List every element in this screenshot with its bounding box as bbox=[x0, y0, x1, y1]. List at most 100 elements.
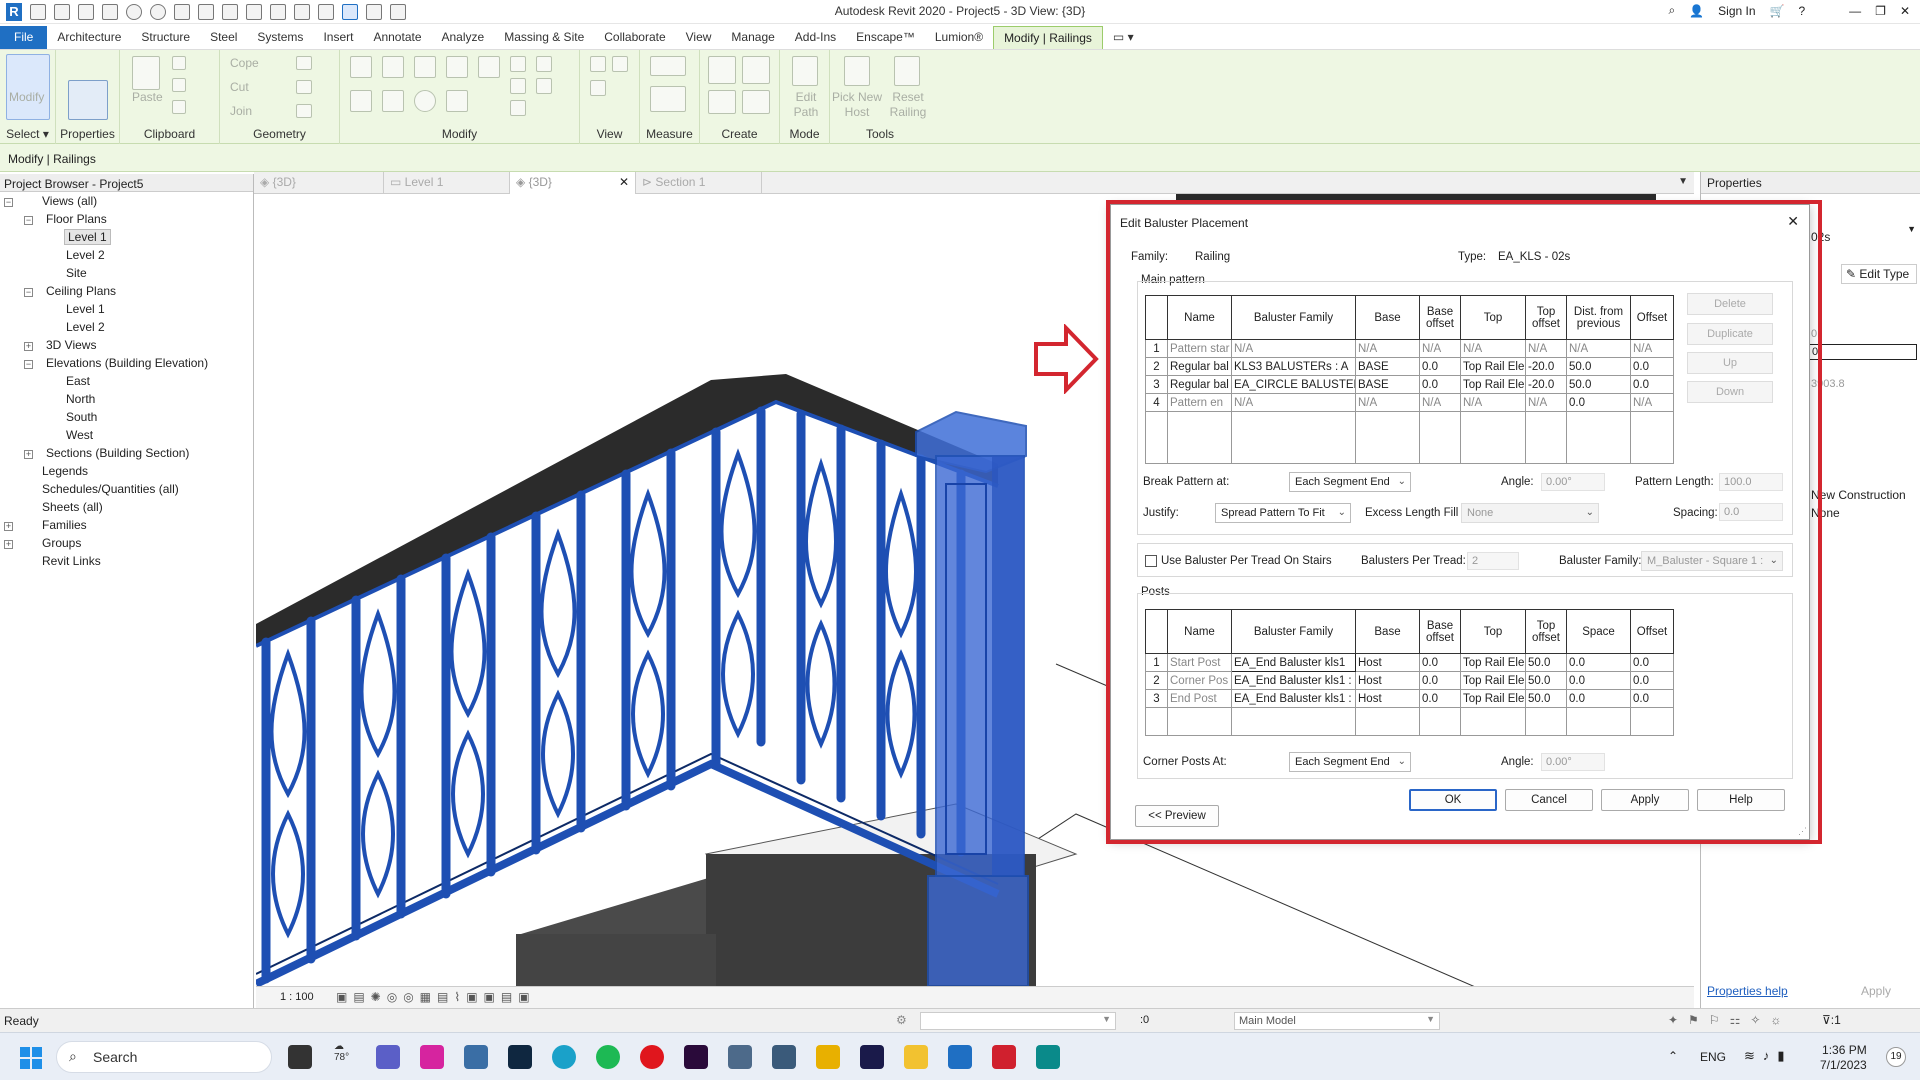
design-option-dropdown[interactable]: Main Model ▼ bbox=[1234, 1012, 1440, 1030]
type-selector-arrow[interactable]: ▼ bbox=[1907, 224, 1916, 234]
cell[interactable]: -20.0 bbox=[1525, 375, 1567, 394]
cell[interactable]: Pattern star bbox=[1167, 339, 1232, 358]
cell[interactable]: N/A bbox=[1460, 393, 1526, 412]
edit-type-button[interactable]: ✎ Edit Type bbox=[1841, 264, 1917, 284]
type-properties-button[interactable] bbox=[68, 80, 108, 120]
cell[interactable]: 0.0 bbox=[1566, 653, 1631, 672]
per-tread-label[interactable]: Use Baluster Per Tread On Stairs bbox=[1161, 555, 1332, 567]
tab-3d-view-active[interactable]: ◈ {3D} ✕ bbox=[510, 172, 636, 194]
cell[interactable]: Start Post bbox=[1167, 653, 1232, 672]
cell[interactable]: Regular bal bbox=[1167, 375, 1232, 394]
tab-add-ins[interactable]: Add-Ins bbox=[785, 26, 846, 49]
cell[interactable]: 50.0 bbox=[1525, 689, 1567, 708]
properties-apply-button[interactable]: Apply bbox=[1861, 984, 1891, 998]
cell[interactable]: BASE bbox=[1355, 375, 1420, 394]
tree-item-floor-plans[interactable]: Floor Plans bbox=[46, 212, 107, 226]
workset-dropdown[interactable]: ▼ bbox=[920, 1012, 1116, 1030]
cell[interactable]: EA_End Baluster kls1 bbox=[1231, 653, 1356, 672]
cell[interactable]: N/A bbox=[1355, 339, 1420, 358]
cell[interactable]: Host bbox=[1355, 653, 1420, 672]
mirror-axis-icon[interactable] bbox=[414, 56, 436, 78]
delete-icon[interactable] bbox=[510, 100, 526, 116]
close-button[interactable]: ✕ bbox=[1900, 4, 1910, 18]
hide-icon[interactable] bbox=[612, 56, 628, 72]
duplicate-button[interactable]: Duplicate bbox=[1687, 323, 1773, 345]
windows-start-icon[interactable] bbox=[20, 1047, 42, 1069]
cell[interactable]: EA_CIRCLE BALUSTER : bbox=[1231, 375, 1356, 394]
cell[interactable]: Host bbox=[1355, 689, 1420, 708]
tree-item-3d-views[interactable]: 3D Views bbox=[46, 338, 96, 352]
table-row[interactable]: 2 Corner Pos EA_End Baluster kls1 : Host… bbox=[1145, 671, 1674, 690]
cell[interactable]: N/A bbox=[1630, 393, 1674, 412]
cell[interactable]: Corner Pos bbox=[1167, 671, 1232, 690]
justify-dropdown[interactable]: Spread Pattern To Fit ⌄ bbox=[1215, 503, 1351, 523]
spotify-icon[interactable] bbox=[596, 1045, 620, 1069]
cell[interactable]: 0.0 bbox=[1566, 671, 1631, 690]
tree-item-level-2[interactable]: Level 2 bbox=[66, 248, 105, 262]
scale-icon[interactable] bbox=[510, 78, 526, 94]
tree-item-schedules[interactable]: Schedules/Quantities (all) bbox=[42, 482, 179, 496]
tab-lumion[interactable]: Lumion® bbox=[925, 26, 993, 49]
tree-item-families[interactable]: Families bbox=[42, 518, 87, 532]
table-row[interactable]: 3 End Post EA_End Baluster kls1 : Host 0… bbox=[1145, 689, 1674, 708]
spacing-input[interactable]: 0.0 bbox=[1719, 503, 1783, 521]
restore-button[interactable]: ❐ bbox=[1875, 4, 1886, 18]
opera-icon[interactable] bbox=[640, 1045, 664, 1069]
tab-collaborate[interactable]: Collaborate bbox=[594, 26, 675, 49]
cell[interactable]: N/A bbox=[1231, 339, 1356, 358]
corner-posts-dropdown[interactable]: Each Segment End ⌄ bbox=[1289, 752, 1411, 772]
tab-massing-site[interactable]: Massing & Site bbox=[494, 26, 594, 49]
delete-button[interactable]: Delete bbox=[1687, 293, 1773, 315]
create-group-icon[interactable] bbox=[742, 56, 770, 84]
tree-item-west[interactable]: West bbox=[66, 428, 93, 442]
cell[interactable]: Pattern en bbox=[1167, 393, 1232, 412]
cell[interactable]: N/A bbox=[1630, 339, 1674, 358]
tab-3d-view-1[interactable]: ◈ {3D} bbox=[254, 172, 384, 194]
cell[interactable]: Top Rail Ele bbox=[1460, 671, 1526, 690]
wall-joins-icon[interactable] bbox=[296, 56, 312, 70]
phase-demolished-value[interactable]: None bbox=[1811, 506, 1840, 520]
copy-element-icon[interactable] bbox=[382, 90, 404, 112]
help-button[interactable]: Help bbox=[1697, 789, 1785, 811]
close-tab-icon[interactable]: ✕ bbox=[619, 175, 629, 189]
expand-toggle[interactable]: + bbox=[4, 522, 13, 531]
tab-structure[interactable]: Structure bbox=[131, 26, 200, 49]
language-indicator[interactable]: ENG bbox=[1700, 1050, 1726, 1064]
unpin-icon[interactable] bbox=[536, 78, 552, 94]
pick-new-host-icon[interactable] bbox=[844, 56, 870, 86]
help-icon[interactable]: ? bbox=[1798, 4, 1805, 18]
tree-item-sections[interactable]: Sections (Building Section) bbox=[46, 446, 189, 460]
workset-icon[interactable]: ⚙ bbox=[896, 1013, 907, 1027]
offset-icon[interactable] bbox=[382, 56, 404, 78]
notification-badge[interactable]: 19 bbox=[1886, 1047, 1906, 1067]
tree-item-elevations[interactable]: Elevations (Building Elevation) bbox=[46, 356, 208, 370]
join-button[interactable]: Join bbox=[230, 104, 252, 118]
resize-grip-icon[interactable]: ⋰ bbox=[1798, 826, 1807, 837]
expand-toggle[interactable]: − bbox=[4, 198, 13, 207]
dialog-close-button[interactable]: ✕ bbox=[1787, 213, 1799, 230]
table-row[interactable]: 1 Pattern star N/A N/A N/A N/A N/A N/A N… bbox=[1145, 339, 1674, 358]
cell[interactable]: N/A bbox=[1231, 393, 1356, 412]
cell[interactable]: BASE bbox=[1355, 357, 1420, 376]
aligned-dimension-icon[interactable] bbox=[650, 86, 686, 112]
cell[interactable]: N/A bbox=[1355, 393, 1420, 412]
ok-button[interactable]: OK bbox=[1409, 789, 1497, 811]
cell[interactable]: 0.0 bbox=[1419, 653, 1461, 672]
cell[interactable]: 0.0 bbox=[1419, 375, 1461, 394]
table-row[interactable]: 1 Start Post EA_End Baluster kls1 Host 0… bbox=[1145, 653, 1674, 672]
angle-input[interactable]: 0.00° bbox=[1541, 473, 1605, 491]
measure-tool-icon[interactable] bbox=[650, 56, 686, 76]
cell[interactable]: EA_End Baluster kls1 : bbox=[1231, 689, 1356, 708]
excess-length-fill-dropdown[interactable]: None ⌄ bbox=[1461, 503, 1599, 523]
cell[interactable]: N/A bbox=[1419, 339, 1461, 358]
chart-app-icon[interactable] bbox=[464, 1045, 488, 1069]
cell[interactable]: EA_End Baluster kls1 : bbox=[1231, 671, 1356, 690]
cell[interactable]: 0.0 bbox=[1630, 689, 1674, 708]
cell[interactable]: 0.0 bbox=[1566, 393, 1631, 412]
phase-created-value[interactable]: New Construction bbox=[1811, 488, 1906, 502]
tabs-dropdown-icon[interactable]: ▼ bbox=[1678, 176, 1688, 187]
balusters-per-tread-input[interactable]: 2 bbox=[1467, 552, 1519, 570]
expand-toggle[interactable]: + bbox=[24, 450, 33, 459]
tree-item-revit-links[interactable]: Revit Links bbox=[42, 554, 101, 568]
view-control-icons[interactable]: ▣▤✺◎◎▦▤⌇▣▣▤▣ bbox=[336, 990, 536, 1004]
